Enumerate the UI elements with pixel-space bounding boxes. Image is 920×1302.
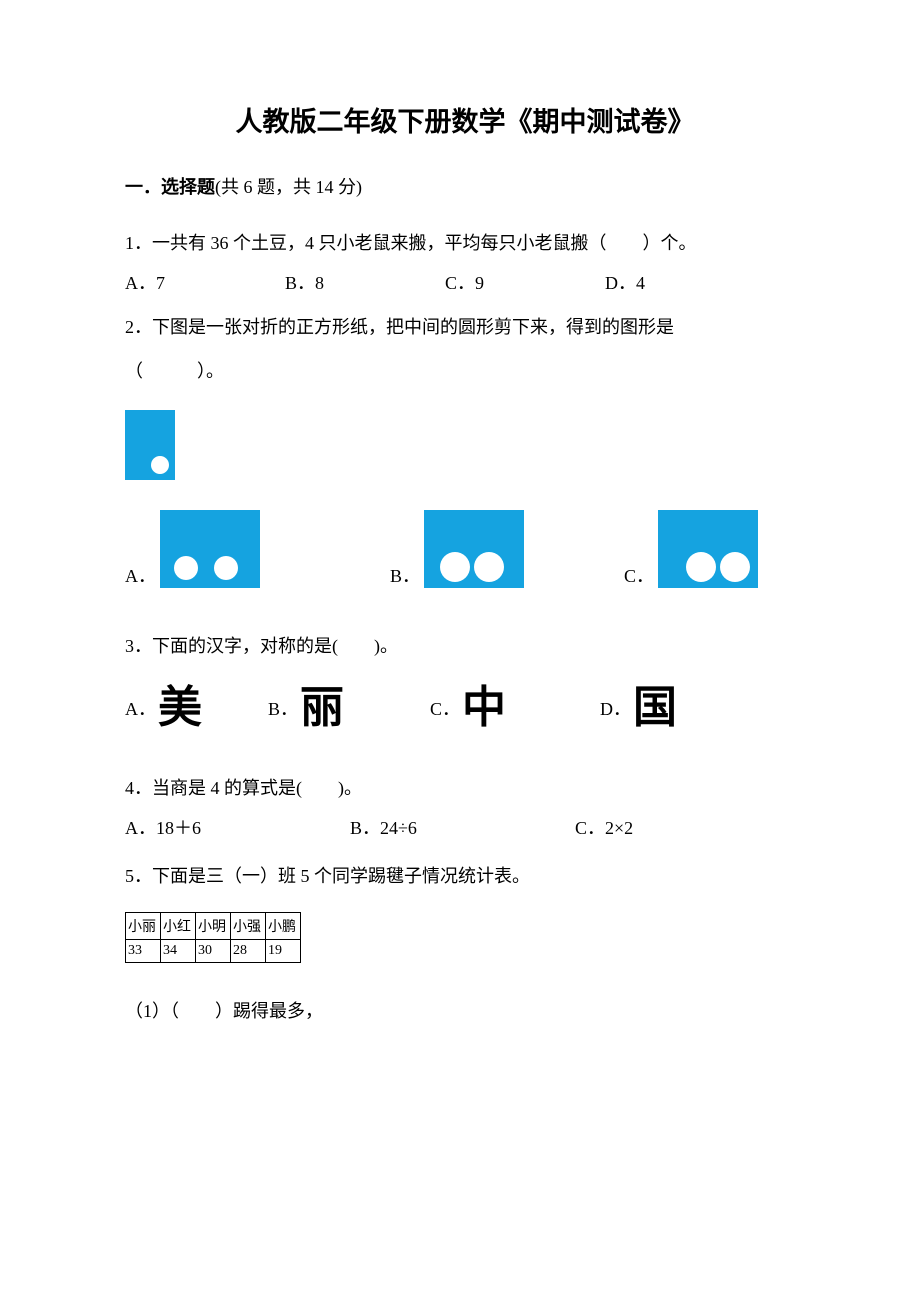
q4-options: A．18＋6 B．24÷6 C．2×2 bbox=[125, 814, 805, 840]
document-title: 人教版二年级下册数学《期中测试卷》 bbox=[125, 100, 805, 139]
hole-icon bbox=[440, 552, 470, 582]
table-header-cell: 小鹏 bbox=[266, 912, 301, 939]
q3-option-c: C． 中 bbox=[430, 686, 506, 730]
q2-figure-c-icon bbox=[658, 510, 758, 588]
q3-option-d-label: D． bbox=[600, 695, 631, 721]
section-1-label: 一．选择题 bbox=[125, 177, 215, 197]
q4-option-c: C．2×2 bbox=[575, 814, 633, 840]
q2-options: A． B． C． bbox=[125, 510, 805, 588]
q5-text: 5．下面是三（一）班 5 个同学踢毽子情况统计表。 bbox=[125, 858, 805, 896]
section-1-header: 一．选择题(共 6 题，共 14 分) bbox=[125, 173, 805, 199]
q2-option-b: B． bbox=[390, 510, 524, 588]
q2-option-a-label: A． bbox=[125, 562, 156, 588]
q1-options: A．7 B．8 C．9 D．4 bbox=[125, 269, 805, 295]
q4-option-a: A．18＋6 bbox=[125, 814, 350, 840]
q1-option-a: A．7 bbox=[125, 269, 285, 295]
section-1-info: (共 6 题，共 14 分) bbox=[215, 177, 362, 197]
q2-option-b-label: B． bbox=[390, 562, 420, 588]
table-cell: 19 bbox=[266, 939, 301, 962]
q3-option-c-label: C． bbox=[430, 695, 460, 721]
q1-option-b: B．8 bbox=[285, 269, 445, 295]
table-header-cell: 小明 bbox=[196, 912, 231, 939]
q2-text-line2: （ ）。 bbox=[125, 353, 805, 391]
hole-icon bbox=[214, 556, 238, 580]
q3-option-a-label: A． bbox=[125, 695, 156, 721]
table-cell: 30 bbox=[196, 939, 231, 962]
q3-char-mei: 美 bbox=[158, 686, 202, 730]
table-header-cell: 小强 bbox=[231, 912, 266, 939]
q2-figure-a-icon bbox=[160, 510, 260, 588]
table-cell: 28 bbox=[231, 939, 266, 962]
q2-figure-folded bbox=[125, 410, 805, 480]
table-cell: 34 bbox=[161, 939, 196, 962]
q2-figure-b-icon bbox=[424, 510, 524, 588]
hole-icon bbox=[720, 552, 750, 582]
q3-char-li: 丽 bbox=[300, 686, 344, 730]
hole-icon bbox=[474, 552, 504, 582]
q3-option-b: B． 丽 bbox=[268, 686, 344, 730]
folded-paper-icon bbox=[125, 410, 175, 480]
q1-option-d: D．4 bbox=[605, 269, 645, 295]
q2-option-c: C． bbox=[624, 510, 758, 588]
q3-char-zhong: 中 bbox=[462, 686, 506, 730]
q5-table: 小丽 小红 小明 小强 小鹏 33 34 30 28 19 bbox=[125, 912, 301, 963]
hole-icon bbox=[174, 556, 198, 580]
table-header-cell: 小红 bbox=[161, 912, 196, 939]
q5-sub1: （1）（ ）踢得最多， bbox=[125, 993, 805, 1031]
q2-text-line1: 2．下图是一张对折的正方形纸，把中间的圆形剪下来，得到的图形是 bbox=[125, 309, 805, 347]
table-header-cell: 小丽 bbox=[126, 912, 161, 939]
q2-option-a: A． bbox=[125, 510, 260, 588]
q3-text: 3．下面的汉字，对称的是( )。 bbox=[125, 628, 805, 666]
q4-text: 4．当商是 4 的算式是( )。 bbox=[125, 770, 805, 808]
folded-paper-hole-icon bbox=[151, 456, 169, 474]
q4-option-b: B．24÷6 bbox=[350, 814, 575, 840]
q3-option-d: D． 国 bbox=[600, 686, 677, 730]
table-cell: 33 bbox=[126, 939, 161, 962]
table-row: 小丽 小红 小明 小强 小鹏 bbox=[126, 912, 301, 939]
q3-char-guo: 国 bbox=[633, 686, 677, 730]
q2-option-c-label: C． bbox=[624, 562, 654, 588]
q1-text: 1．一共有 36 个土豆，4 只小老鼠来搬，平均每只小老鼠搬（ ）个。 bbox=[125, 225, 805, 263]
hole-icon bbox=[686, 552, 716, 582]
table-row: 33 34 30 28 19 bbox=[126, 939, 301, 962]
q3-option-b-label: B． bbox=[268, 695, 298, 721]
q3-option-a: A． 美 bbox=[125, 686, 202, 730]
q3-options: A． 美 B． 丽 C． 中 D． 国 bbox=[125, 686, 805, 730]
q1-option-c: C．9 bbox=[445, 269, 605, 295]
